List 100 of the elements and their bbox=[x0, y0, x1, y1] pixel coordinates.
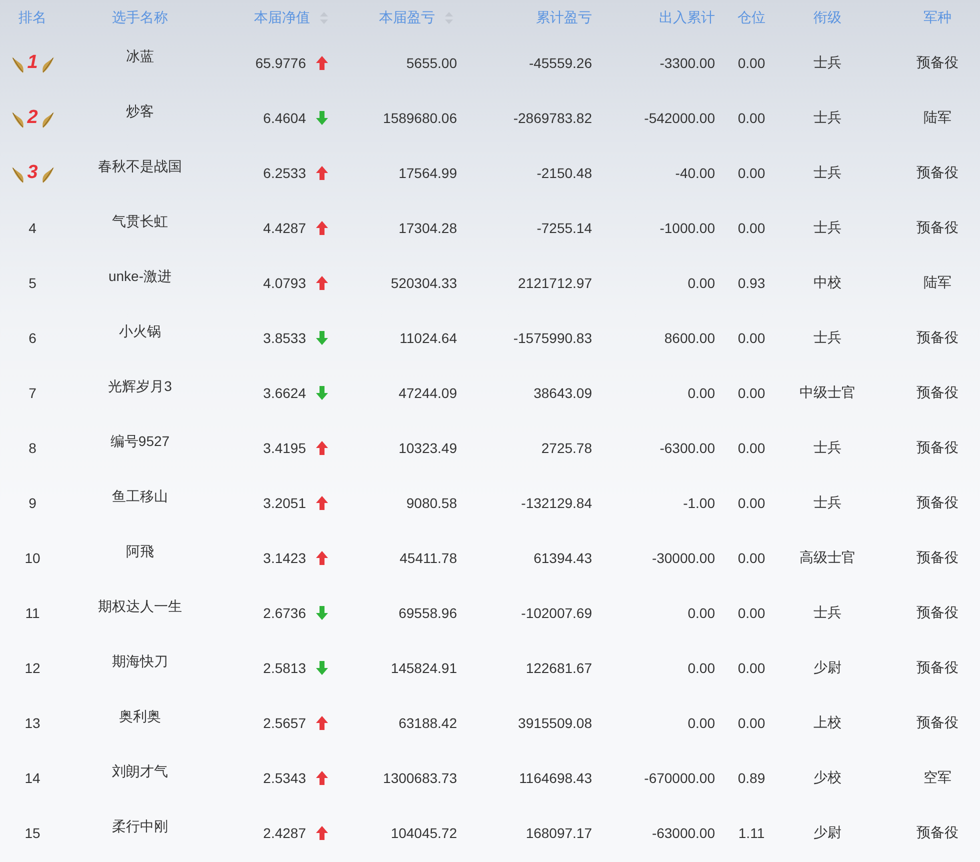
position-ratio: 1.11 bbox=[738, 824, 765, 840]
position-ratio: 0.89 bbox=[738, 770, 766, 786]
net-value: 3.2051 bbox=[263, 494, 306, 510]
player-name: 期海快刀 bbox=[112, 653, 168, 671]
player-name: 春秋不是战国 bbox=[98, 158, 182, 176]
rank-title: 少校 bbox=[814, 768, 842, 786]
rank-title: 士兵 bbox=[814, 328, 842, 346]
session-profit: 1300683.73 bbox=[383, 770, 457, 786]
net-value: 2.5343 bbox=[263, 770, 306, 786]
total-profit: 122681.67 bbox=[526, 660, 592, 676]
branch-name: 预备役 bbox=[916, 604, 958, 622]
position-ratio: 0.93 bbox=[738, 274, 766, 290]
total-profit: 61394.43 bbox=[534, 550, 592, 566]
player-name: 气贯长虹 bbox=[112, 213, 168, 231]
cash-flow: -1.00 bbox=[683, 494, 715, 510]
rank-number: 5 bbox=[28, 274, 36, 290]
rank-number: 4 bbox=[28, 220, 36, 236]
net-value: 3.6624 bbox=[263, 384, 306, 400]
branch-name: 预备役 bbox=[916, 54, 958, 72]
column-header[interactable]: 本届盈亏 bbox=[379, 8, 435, 26]
player-name: 鱼工移山 bbox=[112, 488, 168, 506]
rank-title: 高级士官 bbox=[800, 548, 856, 566]
total-profit: 3915509.08 bbox=[518, 714, 592, 730]
branch-name: 预备役 bbox=[916, 658, 958, 676]
branch-name: 陆军 bbox=[924, 108, 952, 126]
total-profit: -2869783.82 bbox=[513, 110, 592, 126]
rank-title: 士兵 bbox=[814, 438, 842, 456]
column-header[interactable]: 本届净值 bbox=[254, 8, 310, 26]
position-ratio: 0.00 bbox=[738, 660, 766, 676]
rank-number: 14 bbox=[24, 770, 40, 786]
rank-number: 3 bbox=[26, 162, 39, 184]
column-header: 选手名称 bbox=[112, 8, 168, 26]
session-profit: 47244.09 bbox=[398, 384, 457, 400]
branch-name: 预备役 bbox=[916, 328, 958, 346]
player-name: 冰蓝 bbox=[126, 48, 154, 66]
session-profit: 1589680.06 bbox=[383, 110, 457, 126]
branch-name: 预备役 bbox=[916, 548, 958, 566]
session-profit: 45411.78 bbox=[400, 550, 457, 566]
rank-number: 2 bbox=[26, 106, 39, 128]
total-profit: -45559.26 bbox=[528, 54, 592, 70]
cash-flow: -30000.00 bbox=[652, 550, 715, 566]
rank-number: 9 bbox=[28, 494, 36, 510]
session-profit: 69558.96 bbox=[398, 604, 457, 620]
cash-flow: -1000.00 bbox=[660, 220, 715, 236]
total-profit: -132129.84 bbox=[521, 494, 592, 510]
rank-number: 12 bbox=[24, 660, 40, 676]
session-profit: 520304.33 bbox=[390, 274, 457, 290]
rank-title: 中级士官 bbox=[800, 384, 856, 402]
session-profit: 104045.72 bbox=[390, 824, 457, 840]
cash-flow: -542000.00 bbox=[644, 110, 715, 126]
branch-name: 预备役 bbox=[916, 494, 958, 512]
player-name: 炒客 bbox=[126, 103, 154, 121]
cash-flow: -670000.00 bbox=[644, 770, 715, 786]
position-ratio: 0.00 bbox=[738, 550, 766, 566]
rank-number: 1 bbox=[26, 52, 39, 74]
net-value: 2.5813 bbox=[263, 660, 306, 676]
net-value: 3.4195 bbox=[263, 440, 306, 456]
position-ratio: 0.00 bbox=[738, 110, 766, 126]
branch-name: 预备役 bbox=[916, 714, 958, 732]
net-value: 3.1423 bbox=[263, 550, 306, 566]
net-value: 6.2533 bbox=[263, 164, 306, 180]
rank-title: 士兵 bbox=[814, 54, 842, 72]
position-ratio: 0.00 bbox=[738, 440, 766, 456]
position-ratio: 0.00 bbox=[738, 220, 766, 236]
cash-flow: 8600.00 bbox=[664, 330, 715, 346]
player-name: 阿飛 bbox=[126, 543, 154, 561]
position-ratio: 0.00 bbox=[738, 494, 766, 510]
position-ratio: 0.00 bbox=[738, 384, 766, 400]
rank-title: 士兵 bbox=[814, 494, 842, 512]
position-ratio: 0.00 bbox=[738, 714, 766, 730]
rank-title: 中校 bbox=[814, 274, 842, 292]
session-profit: 17304.28 bbox=[398, 220, 457, 236]
session-profit: 11024.64 bbox=[400, 330, 457, 346]
session-profit: 145824.91 bbox=[390, 660, 457, 676]
total-profit: -2150.48 bbox=[536, 164, 592, 180]
total-profit: 168097.17 bbox=[526, 824, 592, 840]
player-name: 光辉岁月3 bbox=[108, 378, 172, 396]
session-profit: 63188.42 bbox=[398, 714, 457, 730]
session-profit: 17564.99 bbox=[398, 164, 457, 180]
position-ratio: 0.00 bbox=[738, 604, 766, 620]
total-profit: -1575990.83 bbox=[513, 330, 592, 346]
column-header: 军种 bbox=[924, 8, 952, 26]
branch-name: 空军 bbox=[924, 768, 952, 786]
column-header: 衔级 bbox=[814, 8, 842, 26]
column-header: 出入累计 bbox=[659, 8, 715, 26]
total-profit: -7255.14 bbox=[536, 220, 592, 236]
rank-number: 10 bbox=[24, 550, 40, 566]
session-profit: 10323.49 bbox=[398, 440, 457, 456]
rank-number: 11 bbox=[25, 604, 40, 620]
player-name: unke-激进 bbox=[108, 268, 172, 286]
rank-title: 士兵 bbox=[814, 218, 842, 236]
branch-name: 预备役 bbox=[916, 218, 958, 236]
player-name: 柔行中刚 bbox=[112, 818, 168, 836]
cash-flow: -63000.00 bbox=[652, 824, 715, 840]
net-value: 2.6736 bbox=[263, 604, 306, 620]
cash-flow: 0.00 bbox=[688, 660, 715, 676]
cash-flow: -3300.00 bbox=[660, 54, 715, 70]
net-value: 4.4287 bbox=[263, 220, 306, 236]
total-profit: 1164698.43 bbox=[519, 770, 592, 786]
cash-flow: 0.00 bbox=[688, 714, 715, 730]
